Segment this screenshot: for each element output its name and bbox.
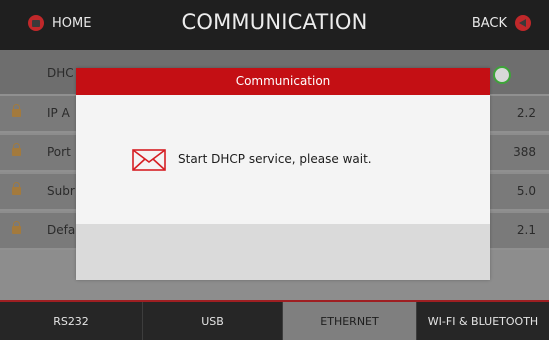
dialog-body: Start DHCP service, please wait. <box>76 95 490 224</box>
row-value: 5.0 <box>516 184 536 198</box>
dialog-footer <box>76 224 490 280</box>
row-value: 2.1 <box>516 223 536 237</box>
tab-wifi-bluetooth[interactable]: WI-FI & BLUETOOTH <box>417 302 549 340</box>
dhcp-toggle[interactable] <box>493 66 511 84</box>
mail-icon <box>132 149 166 171</box>
row-label: Defa <box>47 223 76 237</box>
lock-icon <box>12 104 21 117</box>
dhcp-label: DHC <box>47 66 74 80</box>
tab-usb[interactable]: USB <box>143 302 283 340</box>
back-arrow-icon <box>515 15 531 31</box>
row-label: Port <box>47 145 71 159</box>
header-bar: HOME COMMUNICATION BACK <box>0 0 549 50</box>
back-label: BACK <box>471 15 507 31</box>
row-value: 2.2 <box>516 106 536 120</box>
dialog-title: Communication <box>76 68 490 95</box>
row-label: IP A <box>47 106 70 120</box>
back-button[interactable]: BACK <box>472 15 531 31</box>
lock-icon <box>12 221 21 234</box>
row-value: 388 <box>513 145 536 159</box>
page-title: COMMUNICATION <box>181 10 368 34</box>
tab-bar: RS232 USB ETHERNET WI-FI & BLUETOOTH <box>0 300 549 340</box>
tab-ethernet[interactable]: ETHERNET <box>283 302 417 340</box>
tab-rs232[interactable]: RS232 <box>0 302 143 340</box>
row-label: Subr <box>47 184 75 198</box>
dialog-message: Start DHCP service, please wait. <box>178 152 372 166</box>
lock-icon <box>12 182 21 195</box>
lock-icon <box>12 143 21 156</box>
communication-dialog: Communication Start DHCP service, please… <box>76 68 490 280</box>
